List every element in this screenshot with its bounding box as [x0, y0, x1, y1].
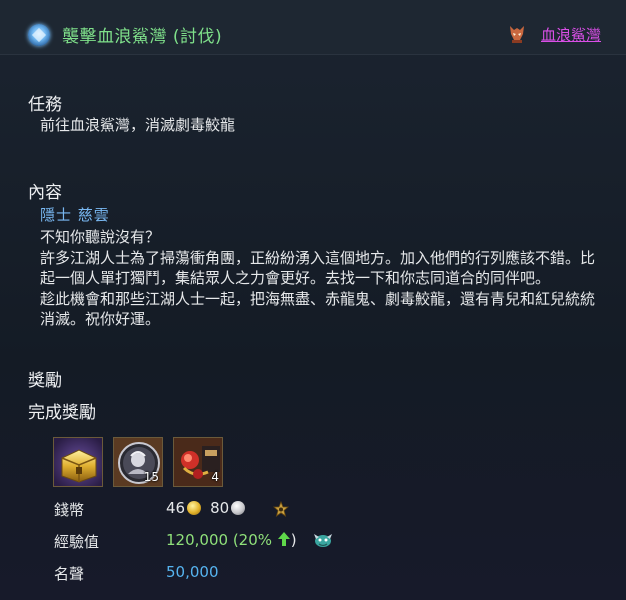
- reward-item-chest[interactable]: [53, 437, 103, 487]
- content-heading: 內容: [28, 183, 62, 203]
- dialogue-line: 趁此機會和那些江湖人士一起，把海無盡、赤龍鬼、劇毒鮫龍，還有青兒和紅兒統統消滅。…: [40, 289, 596, 329]
- quest-title: 襲擊血浪鯊灣 (討伐): [62, 27, 223, 47]
- fame-value: 50,000: [166, 563, 219, 581]
- exp-value: 120,000 (20% ): [166, 531, 297, 549]
- reward-item-token[interactable]: 15: [113, 437, 163, 487]
- completion-rewards-heading: 完成獎勵: [28, 403, 96, 423]
- quest-dialogue: 不知你聽說沒有？ 許多江湖人士為了掃蕩衝角團，正紛紛湧入這個地方。加入他們的行列…: [40, 227, 605, 330]
- npc-name: 隱士 慈雲: [40, 206, 110, 224]
- rewards-heading: 獎勵: [28, 371, 62, 391]
- reward-count: 15: [143, 470, 159, 484]
- exp-amount: 120,000: [166, 531, 229, 549]
- location-link[interactable]: 血浪鯊灣: [541, 24, 601, 45]
- task-description: 前往血浪鯊灣，消滅劇毒鮫龍: [40, 116, 236, 134]
- dialogue-line: 許多江湖人士為了掃蕩衝角團，正紛紛湧入這個地方。加入他們的行列應該不錯。比起一個…: [40, 248, 596, 288]
- silver-amount: 80: [210, 499, 230, 517]
- money-label: 錢幣: [54, 501, 85, 519]
- exp-bonus-close: ): [290, 531, 297, 549]
- money-value: 46 80: [166, 499, 246, 517]
- quest-header: 襲擊血浪鯊灣 (討伐) 血浪鯊灣: [0, 0, 626, 55]
- fox-mask-icon[interactable]: [507, 22, 527, 44]
- fame-label: 名聲: [54, 565, 85, 583]
- exp-label: 經驗值: [54, 533, 100, 551]
- star-icon: [273, 501, 289, 517]
- dialogue-line: 不知你聽說沒有？: [40, 228, 161, 246]
- reward-item-ornament[interactable]: 4: [173, 437, 223, 487]
- reward-count: 4: [211, 470, 219, 484]
- golden-chest-icon: [54, 438, 102, 486]
- silver-coin-icon: [231, 501, 246, 515]
- exp-bonus-open: (20%: [232, 531, 273, 549]
- dragon-icon: [314, 534, 332, 547]
- task-heading: 任務: [28, 95, 62, 115]
- quest-orb-icon: [28, 24, 50, 46]
- gold-amount: 46: [166, 499, 186, 517]
- gold-coin-icon: [187, 501, 202, 515]
- up-arrow-icon: [277, 532, 290, 546]
- quest-panel: 襲擊血浪鯊灣 (討伐) 血浪鯊灣 任務 前往血浪鯊灣，消滅劇毒鮫龍 內容 隱士 …: [0, 0, 626, 600]
